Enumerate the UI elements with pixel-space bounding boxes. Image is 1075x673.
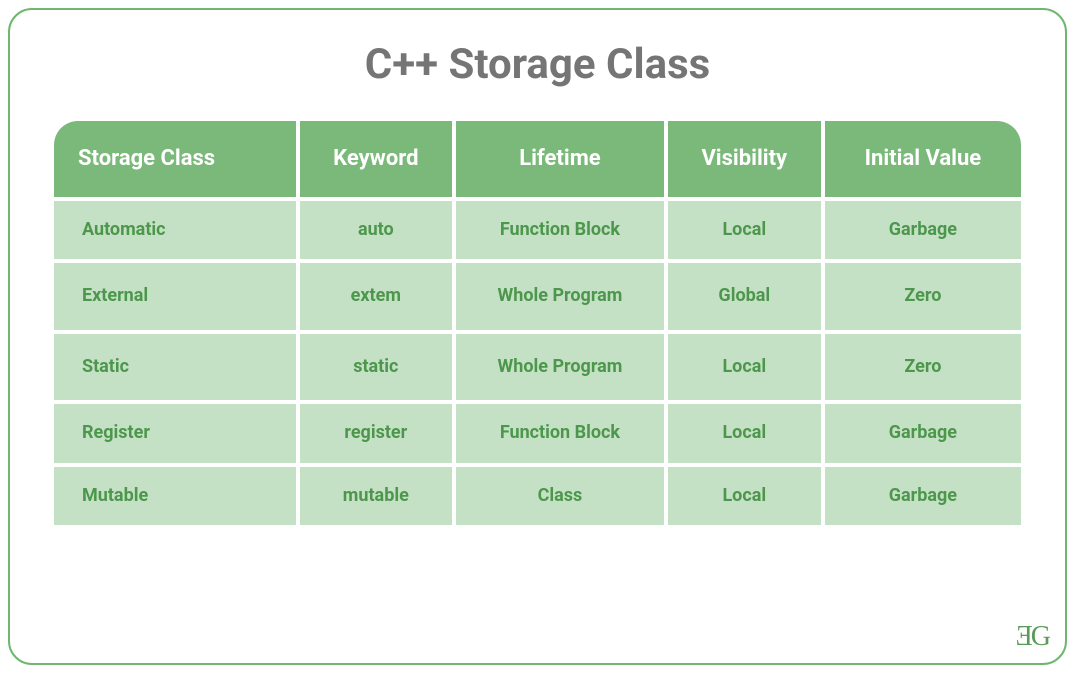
cell-keyword: mutable [300,467,453,526]
cell-visibility: Global [668,263,821,330]
cell-initial-value: Zero [825,334,1021,401]
cell-storage-class: Static [54,334,296,401]
cell-keyword: auto [300,201,453,260]
content-frame: C++ Storage Class Storage Class Keyword … [8,8,1067,665]
header-storage-class: Storage Class [54,121,296,197]
header-lifetime: Lifetime [456,121,664,197]
cell-storage-class: External [54,263,296,330]
cell-storage-class: Mutable [54,467,296,526]
cell-storage-class: Automatic [54,201,296,260]
cell-visibility: Local [668,404,821,463]
cell-initial-value: Garbage [825,467,1021,526]
cell-initial-value: Garbage [825,201,1021,260]
logo-icon: ƎG [1016,621,1049,653]
table-row: Automatic auto Function Block Local Garb… [54,201,1021,260]
page-title: C++ Storage Class [50,40,1025,89]
cell-initial-value: Zero [825,263,1021,330]
cell-keyword: register [300,404,453,463]
header-keyword: Keyword [300,121,453,197]
header-visibility: Visibility [668,121,821,197]
cell-lifetime: Class [456,467,664,526]
header-initial-value: Initial Value [825,121,1021,197]
cell-visibility: Local [668,467,821,526]
table-row: External extem Whole Program Global Zero [54,263,1021,330]
cell-lifetime: Function Block [456,201,664,260]
cell-storage-class: Register [54,404,296,463]
table-row: Mutable mutable Class Local Garbage [54,467,1021,526]
cell-initial-value: Garbage [825,404,1021,463]
cell-lifetime: Whole Program [456,334,664,401]
cell-lifetime: Whole Program [456,263,664,330]
cell-keyword: static [300,334,453,401]
cell-keyword: extem [300,263,453,330]
storage-class-table: Storage Class Keyword Lifetime Visibilit… [50,117,1025,529]
cell-visibility: Local [668,334,821,401]
cell-visibility: Local [668,201,821,260]
table-row: Static static Whole Program Local Zero [54,334,1021,401]
table-row: Register register Function Block Local G… [54,404,1021,463]
cell-lifetime: Function Block [456,404,664,463]
table-header-row: Storage Class Keyword Lifetime Visibilit… [54,121,1021,197]
